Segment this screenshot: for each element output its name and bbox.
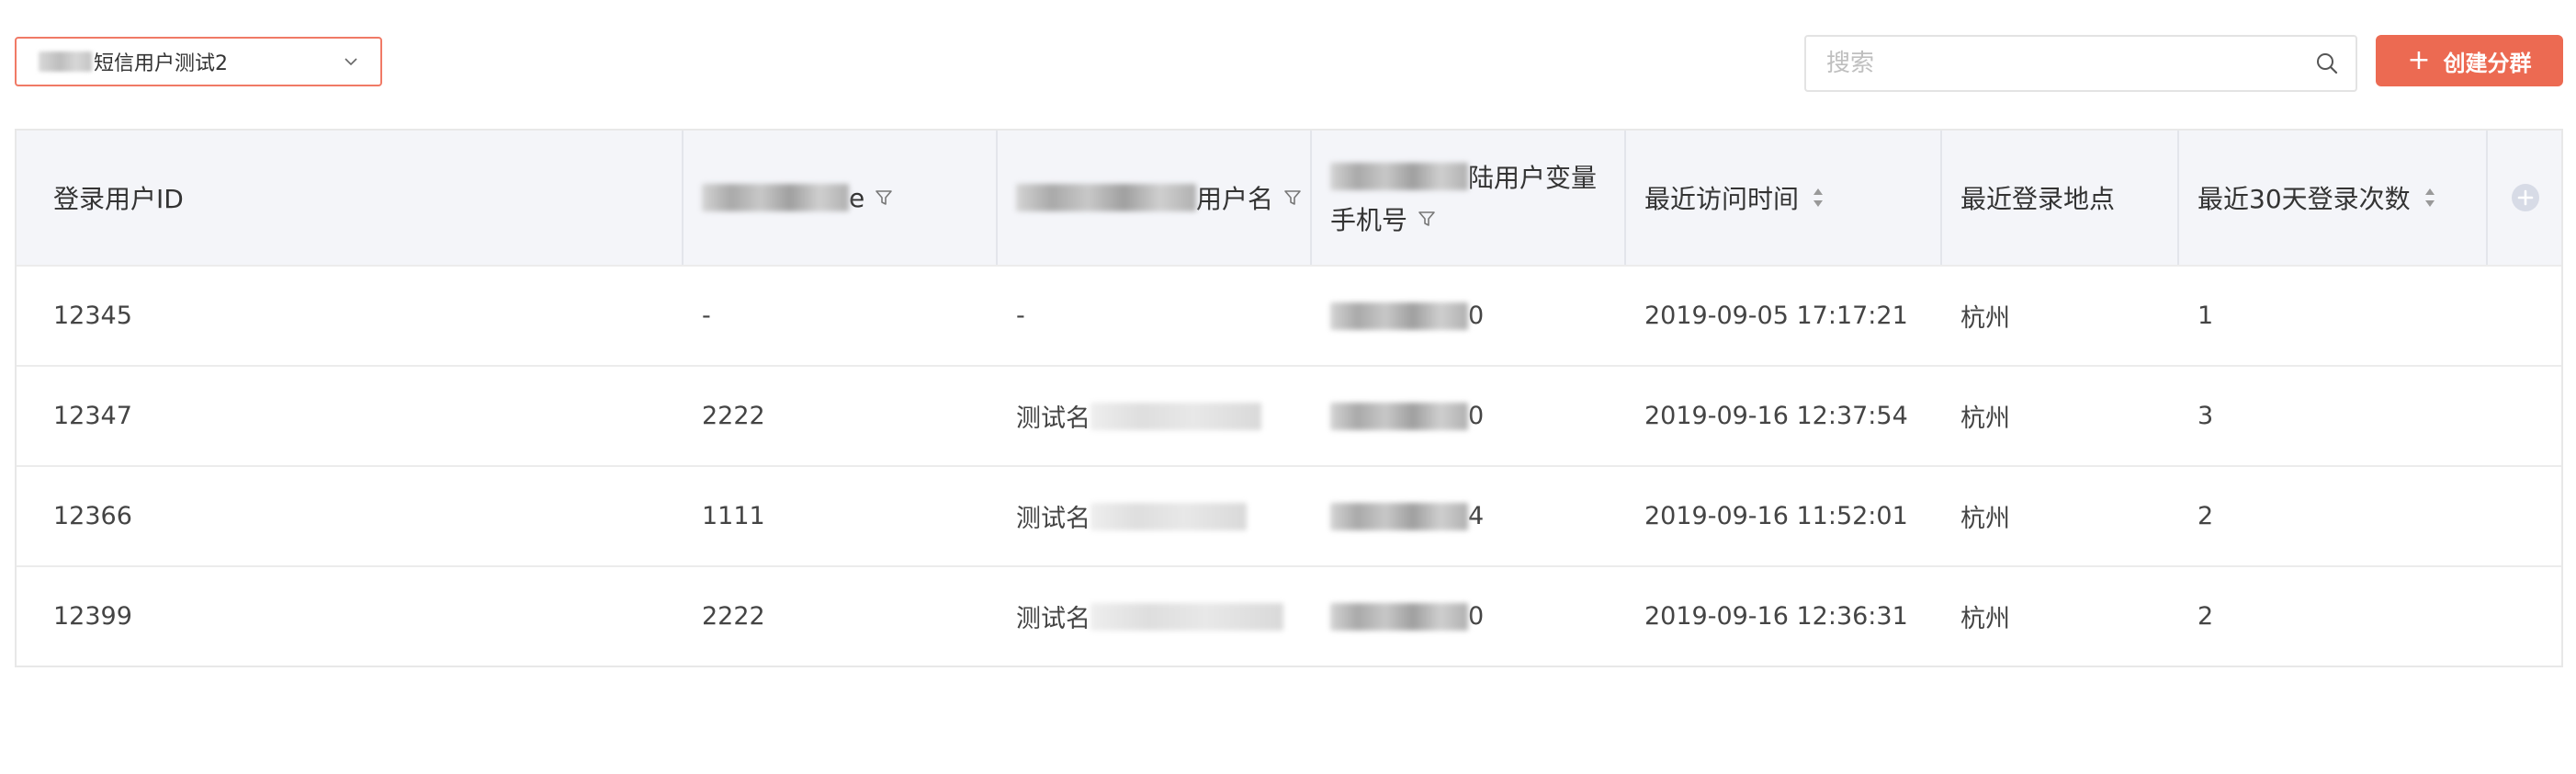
table-header-row: 登录用户ID e 用户名 陆用户变量 手机号 最近访问时间 最近登录地点 最近3… (17, 131, 2561, 267)
redacted-text (1330, 502, 1468, 530)
cell-empty (2488, 367, 2563, 465)
cell-location: 杭州 (1960, 404, 2010, 433)
cell-col4-suffix: 0 (1468, 302, 1485, 330)
header-col4-wrap: 陆用户变量 手机号 (1330, 158, 1597, 237)
group-select-dropdown[interactable]: 短信用户测试2 (15, 37, 382, 86)
header-login-count[interactable]: 最近30天登录次数 (2179, 131, 2488, 265)
search-box[interactable] (1804, 35, 2357, 92)
create-segment-button[interactable]: + 创建分群 (2376, 35, 2563, 86)
header-login-count-label: 最近30天登录次数 (2198, 184, 2411, 214)
cell-login-count: 3 (2198, 402, 2214, 430)
header-col4-line2: 手机号 (1330, 200, 1597, 237)
sort-icon[interactable] (1812, 186, 1825, 210)
header-add-column (2488, 131, 2563, 265)
add-column-icon[interactable] (2511, 183, 2540, 212)
cell-col3: 测试名 (998, 567, 1312, 666)
cell-col3: - (1016, 302, 1025, 330)
cell-location: 杭州 (1960, 605, 2010, 633)
cell-col4: 0 (1312, 567, 1626, 666)
header-user-id-label: 登录用户ID (53, 184, 184, 214)
header-last-visit[interactable]: 最近访问时间 (1626, 131, 1942, 265)
plus-icon: + (2407, 44, 2431, 76)
cell-col4: 4 (1312, 467, 1626, 565)
cell-col3-label: 测试名 (1016, 605, 1090, 633)
cell-location: 杭州 (1960, 304, 2010, 333)
cell-col4: 0 (1312, 367, 1626, 465)
cell-col2: 1111 (702, 502, 765, 530)
redacted-text (1330, 163, 1468, 190)
filter-icon[interactable] (1282, 188, 1303, 208)
header-user-id: 登录用户ID (17, 131, 684, 265)
cell-last-visit: 2019-09-05 17:17:21 (1644, 302, 1908, 330)
chevron-down-icon (345, 58, 357, 66)
cell-col3-label: 测试名 (1016, 404, 1090, 433)
user-table: 登录用户ID e 用户名 陆用户变量 手机号 最近访问时间 最近登录地点 最近3… (15, 129, 2563, 667)
header-col2: e (684, 131, 998, 265)
header-last-location: 最近登录地点 (1942, 131, 2179, 265)
cell-login-count: 1 (2198, 302, 2214, 330)
redacted-text (1090, 402, 1261, 430)
redacted-text (1090, 502, 1247, 530)
cell-login-count: 2 (2198, 602, 2214, 631)
cell-col3: 测试名 (998, 367, 1312, 465)
header-col4-label2: 手机号 (1330, 205, 1408, 235)
header-col4: 陆用户变量 手机号 (1312, 131, 1626, 265)
cell-user-id: 12347 (53, 402, 132, 430)
header-last-visit-label: 最近访问时间 (1644, 184, 1800, 214)
header-col2-label: e (849, 182, 865, 213)
table-row[interactable]: 12345 - - 0 2019-09-05 17:17:21 杭州 1 (17, 267, 2561, 367)
cell-col4-suffix: 0 (1468, 402, 1485, 430)
group-select-value: 短信用户测试2 (94, 52, 228, 75)
cell-empty (2488, 467, 2563, 565)
header-col4-label1: 陆用户变量 (1468, 163, 1598, 193)
page: 短信用户测试2 + 创建分群 登录用户ID e (0, 0, 2576, 774)
cell-empty (2488, 567, 2563, 666)
cell-login-count: 2 (2198, 502, 2214, 530)
redacted-text (1330, 302, 1468, 330)
search-icon[interactable] (2315, 51, 2339, 75)
redacted-text (1016, 184, 1196, 211)
cell-user-id: 12366 (53, 502, 132, 530)
cell-col2: 2222 (702, 602, 765, 631)
header-col3: 用户名 (998, 131, 1312, 265)
redacted-text (702, 184, 849, 211)
cell-col2: - (702, 302, 711, 330)
table-row[interactable]: 12399 2222 测试名 0 2019-09-16 12:36:31 杭州 … (17, 567, 2561, 666)
cell-col4-suffix: 4 (1468, 502, 1485, 530)
redacted-text (1330, 602, 1468, 631)
cell-user-id: 12345 (53, 302, 132, 330)
create-segment-label: 创建分群 (2443, 50, 2532, 76)
table-row[interactable]: 12366 1111 测试名 4 2019-09-16 11:52:01 杭州 … (17, 467, 2561, 567)
table-row[interactable]: 12347 2222 测试名 0 2019-09-16 12:37:54 杭州 … (17, 367, 2561, 467)
cell-last-visit: 2019-09-16 11:52:01 (1644, 502, 1908, 530)
header-last-location-label: 最近登录地点 (1960, 184, 2116, 214)
cell-last-visit: 2019-09-16 12:37:54 (1644, 402, 1908, 430)
redacted-text (1090, 602, 1283, 631)
cell-col3: 测试名 (998, 467, 1312, 565)
sort-icon[interactable] (2423, 186, 2436, 210)
cell-col3-label: 测试名 (1016, 505, 1090, 533)
cell-col4-suffix: 0 (1468, 602, 1485, 631)
redacted-text (39, 51, 92, 72)
header-col3-label: 用户名 (1196, 184, 1274, 214)
cell-user-id: 12399 (53, 602, 132, 631)
cell-location: 杭州 (1960, 505, 2010, 533)
header-col4-line1: 陆用户变量 (1330, 158, 1597, 195)
filter-icon[interactable] (1417, 209, 1437, 229)
redacted-text (1330, 402, 1468, 430)
search-input[interactable] (1825, 49, 2315, 78)
filter-icon[interactable] (874, 188, 894, 208)
cell-col4: 0 (1312, 267, 1626, 365)
cell-last-visit: 2019-09-16 12:36:31 (1644, 602, 1908, 631)
cell-col2: 2222 (702, 402, 765, 430)
cell-empty (2488, 267, 2563, 365)
